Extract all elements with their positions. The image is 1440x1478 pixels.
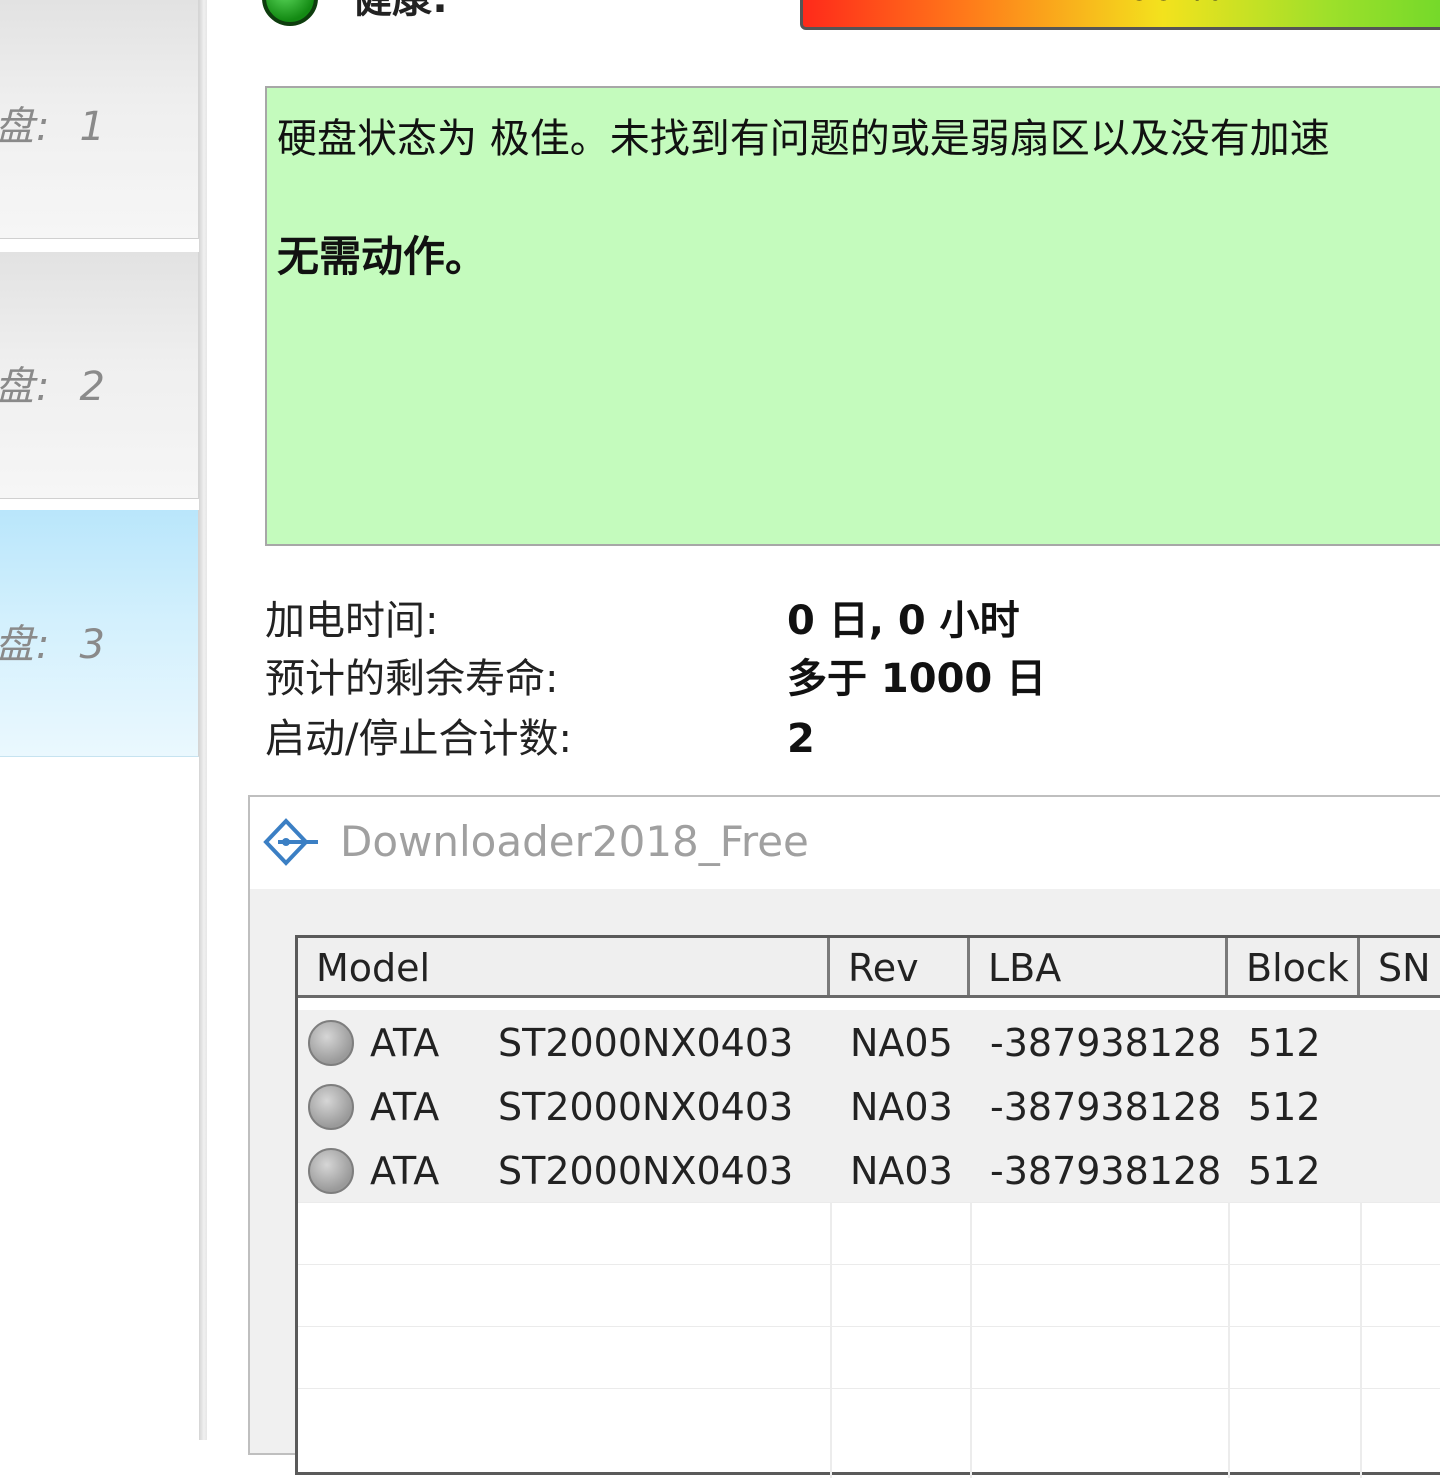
column-rev[interactable]: Rev — [830, 938, 970, 995]
disk-tab-1[interactable]: 盘:1 — [0, 0, 199, 239]
column-block[interactable]: Block — [1228, 938, 1360, 995]
status-action: 无需动作。 — [277, 232, 488, 281]
power-on-value: 0 日, 0 小时 — [787, 598, 1020, 644]
grid-line — [298, 1202, 1440, 1203]
start-stop-value: 2 — [787, 716, 815, 762]
downloader-window: Downloader2018_Free Model Rev LBA Block … — [248, 795, 1440, 1478]
grid-line — [298, 1264, 1440, 1265]
health-percent: 100 % — [1103, 0, 1224, 9]
remaining-life-label: 预计的剩余寿命: — [265, 656, 559, 702]
health-bar: 100 % — [800, 0, 1440, 30]
row-vendor: ATA — [370, 1149, 440, 1193]
remaining-life-value: 多于 1000 日 — [787, 656, 1047, 702]
row-model: ST2000NX0403 — [498, 1085, 794, 1129]
row-lba: -387938128 — [990, 1149, 1222, 1193]
disk-tab-2[interactable]: 盘:2 — [0, 252, 199, 499]
row-vendor: ATA — [370, 1021, 440, 1065]
row-rev: NA03 — [850, 1085, 953, 1129]
diamond-app-icon — [263, 818, 318, 866]
row-block: 512 — [1248, 1085, 1321, 1129]
grid-line — [1360, 1202, 1362, 1478]
row-rev: NA03 — [850, 1149, 953, 1193]
disk-drive-icon — [308, 1084, 354, 1130]
status-message: 硬盘状态为 极佳。未找到有问题的或是弱扇区以及没有加速 — [277, 116, 1330, 162]
power-on-label: 加电时间: — [265, 598, 439, 644]
grid-line — [298, 1388, 1440, 1389]
row-lba: -387938128 — [990, 1021, 1222, 1065]
row-lba: -387938128 — [990, 1085, 1222, 1129]
row-model: ST2000NX0403 — [498, 1149, 794, 1193]
grid-line — [830, 1202, 832, 1478]
disk-tab-label: 盘:3 — [0, 622, 107, 668]
health-ok-icon — [262, 0, 318, 26]
column-lba[interactable]: LBA — [970, 938, 1228, 995]
grid-line — [298, 1326, 1440, 1327]
start-stop-row: 启动/停止合计数: 2 — [265, 706, 815, 764]
row-rev: NA05 — [850, 1021, 953, 1065]
downloader-titlebar[interactable]: Downloader2018_Free — [250, 797, 1440, 889]
row-model: ST2000NX0403 — [498, 1021, 794, 1065]
column-sn[interactable]: SN — [1360, 938, 1440, 995]
row-vendor: ATA — [370, 1085, 440, 1129]
table-row[interactable]: ATA ST2000NX0403 NA03 -387938128 512 — [298, 1138, 1440, 1202]
disk-sidebar: 盘:1 盘:2 盘:3 — [0, 0, 207, 1440]
disk-drive-icon — [308, 1020, 354, 1066]
drive-list[interactable]: Model Rev LBA Block SN ATA ST2000NX0403 … — [295, 935, 1440, 1478]
grid-line — [1228, 1202, 1230, 1478]
power-on-row: 加电时间: 0 日, 0 小时 — [265, 588, 1020, 646]
row-block: 512 — [1248, 1149, 1321, 1193]
disk-tab-3[interactable]: 盘:3 — [0, 510, 199, 757]
disk-drive-icon — [308, 1148, 354, 1194]
disk-tab-label: 盘:2 — [0, 364, 107, 410]
drive-list-header: Model Rev LBA Block SN — [298, 938, 1440, 998]
downloader-title: Downloader2018_Free — [340, 817, 809, 866]
disk-tab-label: 盘:1 — [0, 104, 107, 150]
column-model[interactable]: Model — [298, 938, 830, 995]
start-stop-label: 启动/停止合计数: — [265, 716, 572, 762]
table-row[interactable]: ATA ST2000NX0403 NA05 -387938128 512 — [298, 1010, 1440, 1074]
health-label: 健康: — [352, 0, 448, 24]
remaining-life-row: 预计的剩余寿命: 多于 1000 日 — [265, 646, 1046, 704]
status-message-box: 硬盘状态为 极佳。未找到有问题的或是弱扇区以及没有加速 无需动作。 — [265, 86, 1440, 546]
grid-line — [970, 1202, 972, 1478]
row-block: 512 — [1248, 1021, 1321, 1065]
table-row[interactable]: ATA ST2000NX0403 NA03 -387938128 512 — [298, 1074, 1440, 1138]
